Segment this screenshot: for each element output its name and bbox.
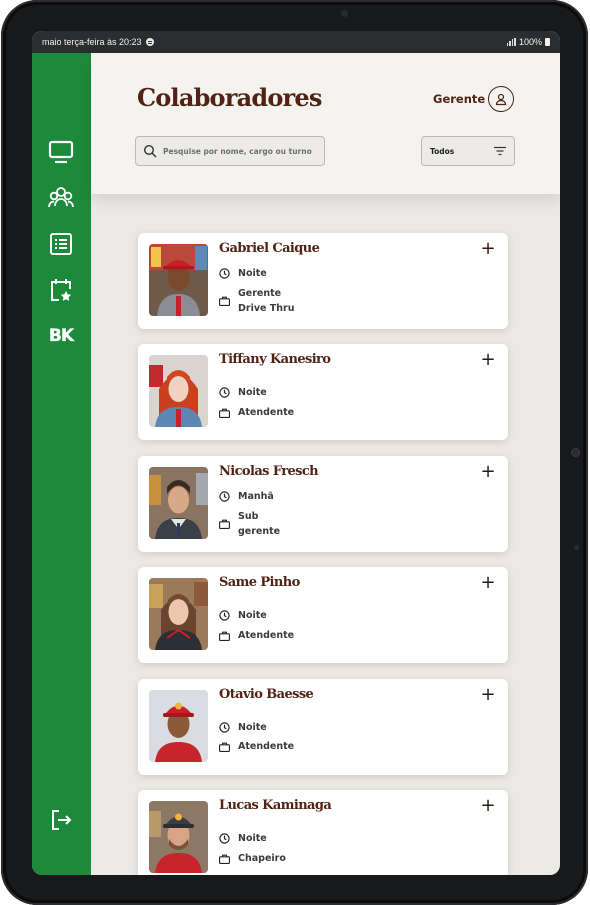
search-icon — [143, 144, 157, 158]
sidebar-item-bk[interactable]: BK — [46, 321, 76, 351]
search-box[interactable] — [135, 136, 325, 166]
list-icon — [50, 233, 72, 255]
shift-label: Noite — [238, 833, 267, 844]
tablet-frame: maio terça-feira às 20:23 100% BK Colabo… — [1, 0, 588, 905]
add-button[interactable]: + — [478, 685, 498, 705]
employee-card[interactable]: Tiffany Kanesiro + Noite Atendente — [138, 344, 508, 440]
employee-name: Lucas Kaminaga — [219, 798, 332, 813]
employee-photo — [149, 690, 208, 762]
message-icon — [145, 38, 154, 46]
briefcase-icon — [219, 408, 230, 418]
employee-card[interactable]: Gabriel Caique + Noite Gerente Drive Thru — [138, 233, 508, 329]
sidebar-item-dashboard[interactable] — [46, 137, 76, 167]
shift-row: Noite — [219, 831, 267, 846]
employee-card[interactable]: Otavio Baesse + Noite Atendente — [138, 679, 508, 775]
employee-photo — [149, 578, 208, 650]
employee-photo — [149, 467, 208, 539]
role-row: Atendente — [219, 739, 294, 754]
employee-photo — [149, 355, 208, 427]
status-datetime: maio terça-feira às 20:23 — [42, 37, 142, 47]
employee-card[interactable]: Nicolas Fresch + Manhã Sub gerente — [138, 456, 508, 552]
profile-button[interactable] — [488, 86, 514, 112]
role-label: Sub gerente — [238, 511, 281, 537]
employee-name: Same Pinho — [219, 575, 300, 590]
header: Colaboradores Gerente Todos — [91, 53, 560, 194]
role-label: Gerente Drive Thru — [238, 288, 295, 314]
filter-dropdown[interactable]: Todos — [421, 136, 515, 166]
clock-icon — [219, 610, 230, 621]
filter-value: Todos — [430, 146, 455, 156]
front-camera — [341, 10, 348, 17]
shift-row: Noite — [219, 608, 267, 623]
role-label: Atendente — [238, 630, 295, 641]
role-row: Atendente — [219, 405, 294, 420]
briefcase-icon — [219, 854, 230, 864]
role-label: Atendente — [238, 741, 295, 752]
role-row: Gerente Drive Thru — [219, 286, 294, 316]
side-sensor — [571, 448, 580, 457]
briefcase-icon — [219, 742, 230, 752]
clock-icon — [219, 833, 230, 844]
bk-logo: BK — [48, 326, 74, 346]
add-button[interactable]: + — [478, 796, 498, 816]
clock-icon — [219, 268, 230, 279]
shift-label: Noite — [238, 268, 267, 279]
add-button[interactable]: + — [478, 350, 498, 370]
team-icon — [48, 187, 74, 208]
role-row: Sub gerente — [219, 509, 280, 539]
employee-name: Tiffany Kanesiro — [219, 352, 331, 367]
user-icon — [495, 93, 507, 106]
battery-percent: 100% — [518, 37, 542, 47]
calendar-star-icon — [51, 279, 72, 301]
clock-icon — [219, 387, 230, 398]
shift-label: Noite — [238, 610, 267, 621]
shift-row: Noite — [219, 266, 267, 281]
employee-name: Nicolas Fresch — [219, 464, 319, 479]
role-label: Atendente — [238, 407, 295, 418]
briefcase-icon — [219, 631, 230, 641]
employee-photo — [149, 244, 208, 316]
shift-row: Noite — [219, 385, 267, 400]
role-label: Chapeiro — [238, 853, 286, 864]
employee-card[interactable]: Lucas Kaminaga + Noite Chapeiro — [138, 790, 508, 875]
employee-photo — [149, 801, 208, 873]
briefcase-icon — [219, 296, 230, 306]
battery-icon — [545, 38, 550, 46]
role-row: Chapeiro — [219, 851, 286, 866]
logout-icon — [52, 810, 72, 830]
employee-card[interactable]: Same Pinho + Noite Atendente — [138, 567, 508, 663]
shift-row: Manhã — [219, 489, 274, 504]
clock-icon — [219, 491, 230, 502]
role-row: Atendente — [219, 628, 294, 643]
monitor-icon — [48, 140, 74, 164]
sidebar-item-schedule[interactable] — [46, 275, 76, 305]
employee-name: Gabriel Caique — [219, 241, 320, 256]
screen: maio terça-feira às 20:23 100% BK Colabo… — [32, 31, 560, 875]
employee-name: Otavio Baesse — [219, 687, 314, 702]
sidebar-item-team[interactable] — [46, 183, 76, 213]
page-title: Colaboradores — [137, 83, 322, 112]
side-mic — [574, 545, 579, 550]
shift-label: Manhã — [238, 491, 274, 502]
search-input[interactable] — [163, 146, 323, 156]
shift-label: Noite — [238, 387, 267, 398]
user-role: Gerente — [433, 92, 486, 106]
filter-icon — [494, 146, 506, 156]
status-bar: maio terça-feira às 20:23 100% — [32, 31, 560, 53]
shift-row: Noite — [219, 720, 267, 735]
add-button[interactable]: + — [478, 239, 498, 259]
logout-button[interactable] — [46, 805, 76, 835]
add-button[interactable]: + — [478, 462, 498, 482]
briefcase-icon — [219, 519, 230, 529]
signal-icon — [506, 38, 516, 46]
add-button[interactable]: + — [478, 573, 498, 593]
clock-icon — [219, 722, 230, 733]
sidebar: BK — [32, 53, 91, 875]
shift-label: Noite — [238, 722, 267, 733]
sidebar-item-list[interactable] — [46, 229, 76, 259]
